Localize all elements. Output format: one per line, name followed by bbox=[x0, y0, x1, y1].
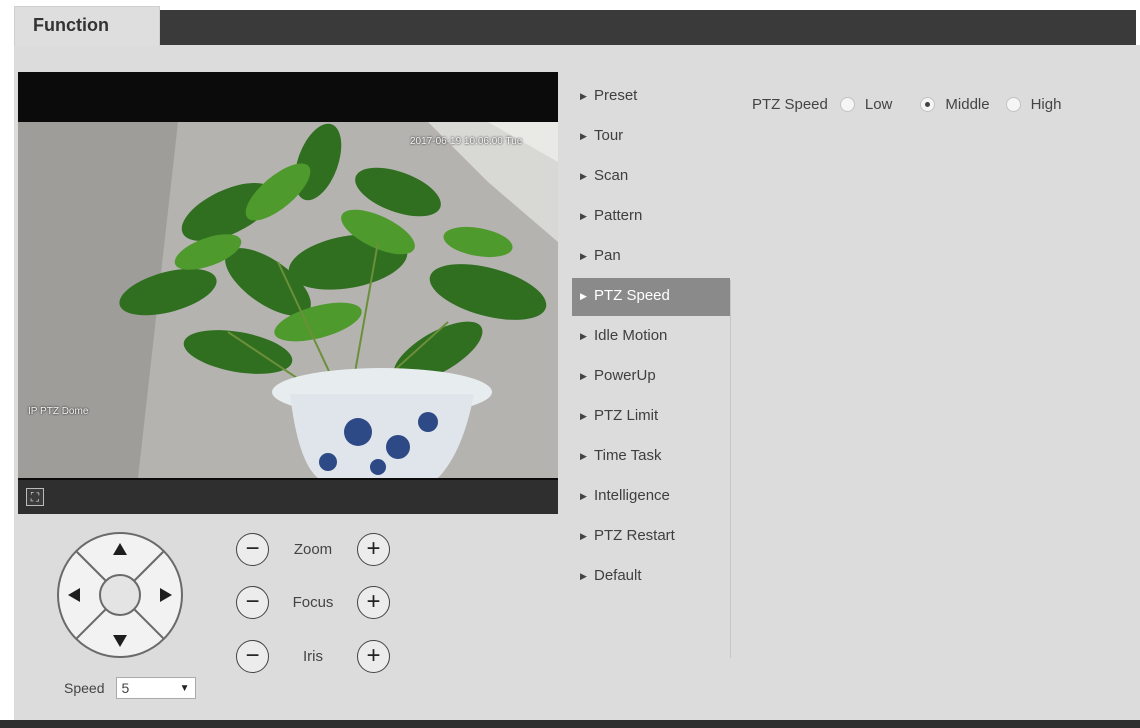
speed-value: 5 bbox=[121, 680, 130, 696]
menu-item-powerup[interactable]: ▶ PowerUp bbox=[572, 360, 730, 400]
menu-item-label: Intelligence bbox=[594, 487, 670, 504]
function-menu: ▶ Preset ▶ Tour ▶ Scan ▶ Pattern ▶ Pan ▶ PTZ S… bbox=[572, 80, 730, 600]
video-preview[interactable]: 2017-06-19 10:06:00 Tue IP PTZ Dome ⛶ bbox=[18, 72, 558, 514]
video-toolbar: ⛶ bbox=[18, 480, 558, 514]
focus-label: Focus bbox=[292, 593, 334, 611]
speed-label: Speed bbox=[64, 680, 105, 696]
caret-right-icon: ▶ bbox=[580, 331, 587, 341]
caret-right-icon: ▶ bbox=[580, 531, 587, 541]
minus-icon: − bbox=[245, 642, 260, 669]
caret-right-icon: ▶ bbox=[580, 131, 587, 141]
radio-high[interactable]: High bbox=[1005, 95, 1062, 113]
radio-middle-circle[interactable] bbox=[920, 96, 936, 112]
focus-minus-button[interactable]: − bbox=[236, 585, 269, 619]
radio-low-circle[interactable] bbox=[839, 96, 855, 112]
fullscreen-icon[interactable]: ⛶ bbox=[26, 488, 44, 506]
radio-middle-label: Middle bbox=[945, 95, 990, 113]
radio-high-label: High bbox=[1030, 95, 1062, 113]
ptz-center-button[interactable] bbox=[99, 574, 141, 616]
tab-function[interactable]: Function bbox=[14, 6, 160, 46]
iris-minus-button[interactable]: − bbox=[236, 639, 269, 673]
speed-row: Speed 5 ▼ bbox=[64, 677, 197, 699]
menu-item-ptz-restart[interactable]: ▶ PTZ Restart bbox=[572, 520, 730, 560]
plus-icon: + bbox=[366, 642, 381, 669]
menu-item-time-task[interactable]: ▶ Time Task bbox=[572, 440, 730, 480]
plant-scene-image bbox=[18, 122, 558, 478]
radio-middle[interactable]: Middle bbox=[920, 95, 990, 113]
menu-item-label: Time Task bbox=[594, 447, 662, 464]
menu-item-label: Tour bbox=[594, 127, 624, 144]
menu-item-intelligence[interactable]: ▶ Intelligence bbox=[572, 480, 730, 520]
menu-item-ptz-limit[interactable]: ▶ PTZ Limit bbox=[572, 400, 730, 440]
caret-right-icon: ▶ bbox=[580, 171, 587, 181]
menu-item-pattern[interactable]: ▶ Pattern bbox=[572, 200, 730, 240]
iris-label: Iris bbox=[303, 647, 323, 665]
iris-row: − Iris + bbox=[236, 639, 390, 673]
video-timestamp: 2017-06-19 10:06:00 Tue bbox=[410, 136, 523, 147]
menu-item-label: Scan bbox=[594, 167, 629, 184]
menu-item-label: PTZ Speed bbox=[594, 287, 670, 304]
iris-plus-button[interactable]: + bbox=[357, 639, 390, 673]
ptz-direction-pad[interactable] bbox=[55, 530, 185, 660]
minus-icon: − bbox=[245, 535, 260, 562]
menu-item-idle-motion[interactable]: ▶ Idle Motion bbox=[572, 320, 730, 360]
zoom-plus-button[interactable]: + bbox=[357, 532, 390, 566]
live-scene bbox=[18, 122, 558, 478]
menu-item-label: Preset bbox=[594, 87, 638, 104]
menu-item-label: PTZ Limit bbox=[594, 407, 659, 424]
plus-icon: + bbox=[366, 588, 381, 615]
menu-item-label: Default bbox=[594, 567, 642, 584]
caret-right-icon: ▶ bbox=[580, 491, 587, 501]
radio-high-circle[interactable] bbox=[1005, 96, 1021, 112]
zoom-label: Zoom bbox=[293, 540, 333, 558]
minus-icon: − bbox=[245, 588, 260, 615]
menu-item-pan[interactable]: ▶ Pan bbox=[572, 240, 730, 280]
menu-item-label: Idle Motion bbox=[594, 327, 668, 344]
menu-divider bbox=[730, 280, 731, 658]
menu-item-label: Pan bbox=[594, 247, 621, 264]
menu-item-tour[interactable]: ▶ Tour bbox=[572, 120, 730, 160]
menu-item-preset[interactable]: ▶ Preset bbox=[572, 80, 730, 120]
menu-item-ptz-speed[interactable]: ▶ PTZ Speed bbox=[572, 278, 730, 316]
focus-row: − Focus + bbox=[236, 585, 390, 619]
zoom-row: − Zoom + bbox=[236, 532, 390, 566]
plus-icon: + bbox=[366, 535, 381, 562]
header-bar bbox=[14, 10, 1136, 45]
menu-item-label: Pattern bbox=[594, 207, 643, 224]
caret-right-icon: ▶ bbox=[580, 411, 587, 421]
caret-right-icon: ▶ bbox=[580, 251, 587, 261]
radio-low[interactable]: Low bbox=[839, 95, 893, 113]
menu-item-default[interactable]: ▶ Default bbox=[572, 560, 730, 600]
caret-right-icon: ▶ bbox=[580, 211, 587, 221]
ptz-speed-settings: PTZ Speed Low Middle High bbox=[752, 92, 1077, 116]
chevron-down-icon: ▼ bbox=[179, 682, 190, 694]
caret-right-icon: ▶ bbox=[580, 371, 587, 381]
ptz-speed-label: PTZ Speed bbox=[752, 95, 828, 113]
video-channel-name: IP PTZ Dome bbox=[28, 406, 89, 417]
menu-item-label: PTZ Restart bbox=[594, 527, 675, 544]
focus-plus-button[interactable]: + bbox=[357, 585, 390, 619]
menu-item-scan[interactable]: ▶ Scan bbox=[572, 160, 730, 200]
zoom-minus-button[interactable]: − bbox=[236, 532, 269, 566]
caret-right-icon: ▶ bbox=[580, 451, 587, 461]
caret-right-icon: ▶ bbox=[580, 291, 587, 301]
app-frame: Function 2017-06-19 10:06:00 Tue IP PTZ … bbox=[0, 0, 1140, 728]
menu-item-label: PowerUp bbox=[594, 367, 656, 384]
speed-select[interactable]: 5 ▼ bbox=[116, 677, 197, 699]
bottom-border bbox=[0, 720, 1140, 728]
radio-low-label: Low bbox=[864, 95, 893, 113]
caret-right-icon: ▶ bbox=[580, 571, 587, 581]
caret-right-icon: ▶ bbox=[580, 91, 587, 101]
